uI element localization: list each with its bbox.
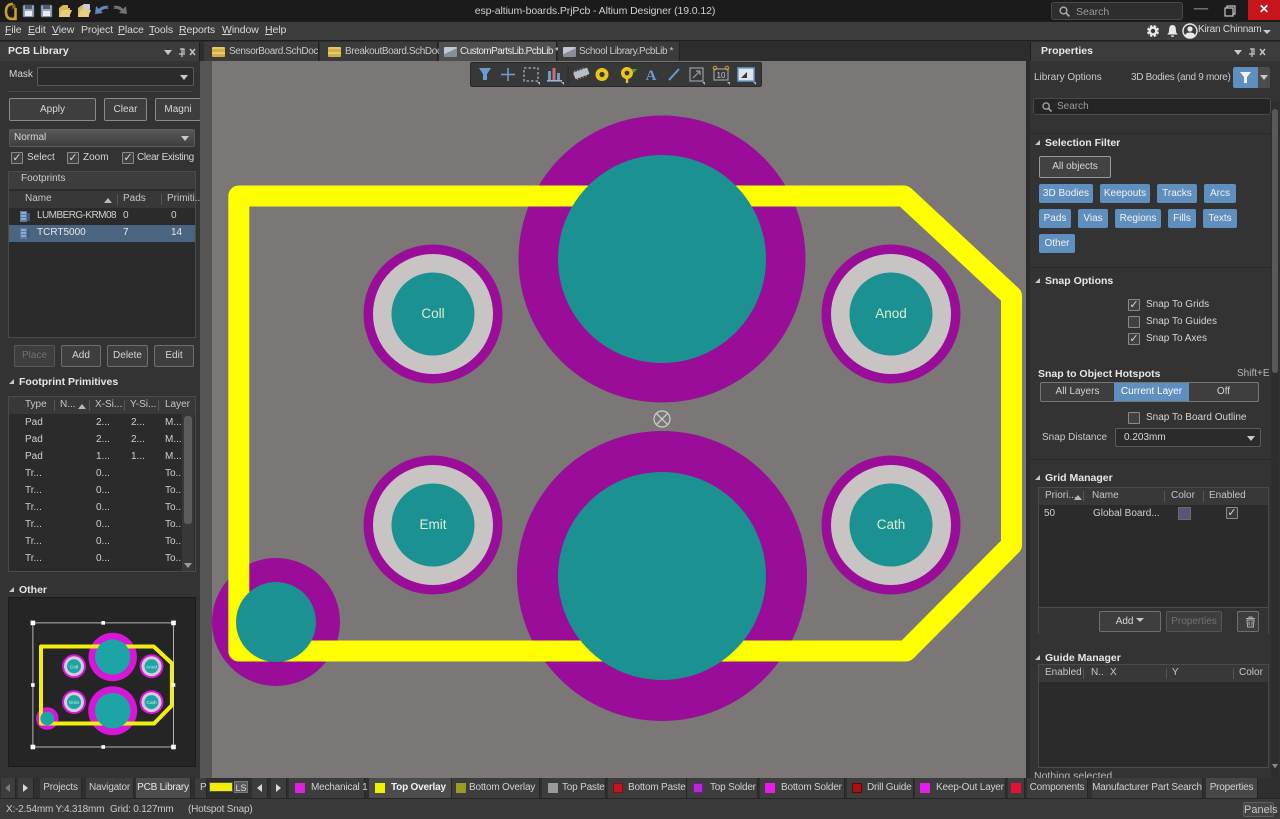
- svg-text:A: A: [646, 68, 657, 84]
- svg-text:Anod: Anod: [875, 306, 907, 321]
- svg-text:Emit: Emit: [420, 517, 447, 532]
- svg-text:10: 10: [717, 71, 726, 80]
- svg-text:Coll: Coll: [70, 664, 78, 670]
- svg-text:Emit: Emit: [69, 700, 79, 706]
- svg-text:Anod: Anod: [146, 664, 158, 670]
- svg-text:Coll: Coll: [421, 306, 444, 321]
- svg-text:Cath: Cath: [146, 700, 156, 706]
- svg-text:Cath: Cath: [877, 517, 906, 532]
